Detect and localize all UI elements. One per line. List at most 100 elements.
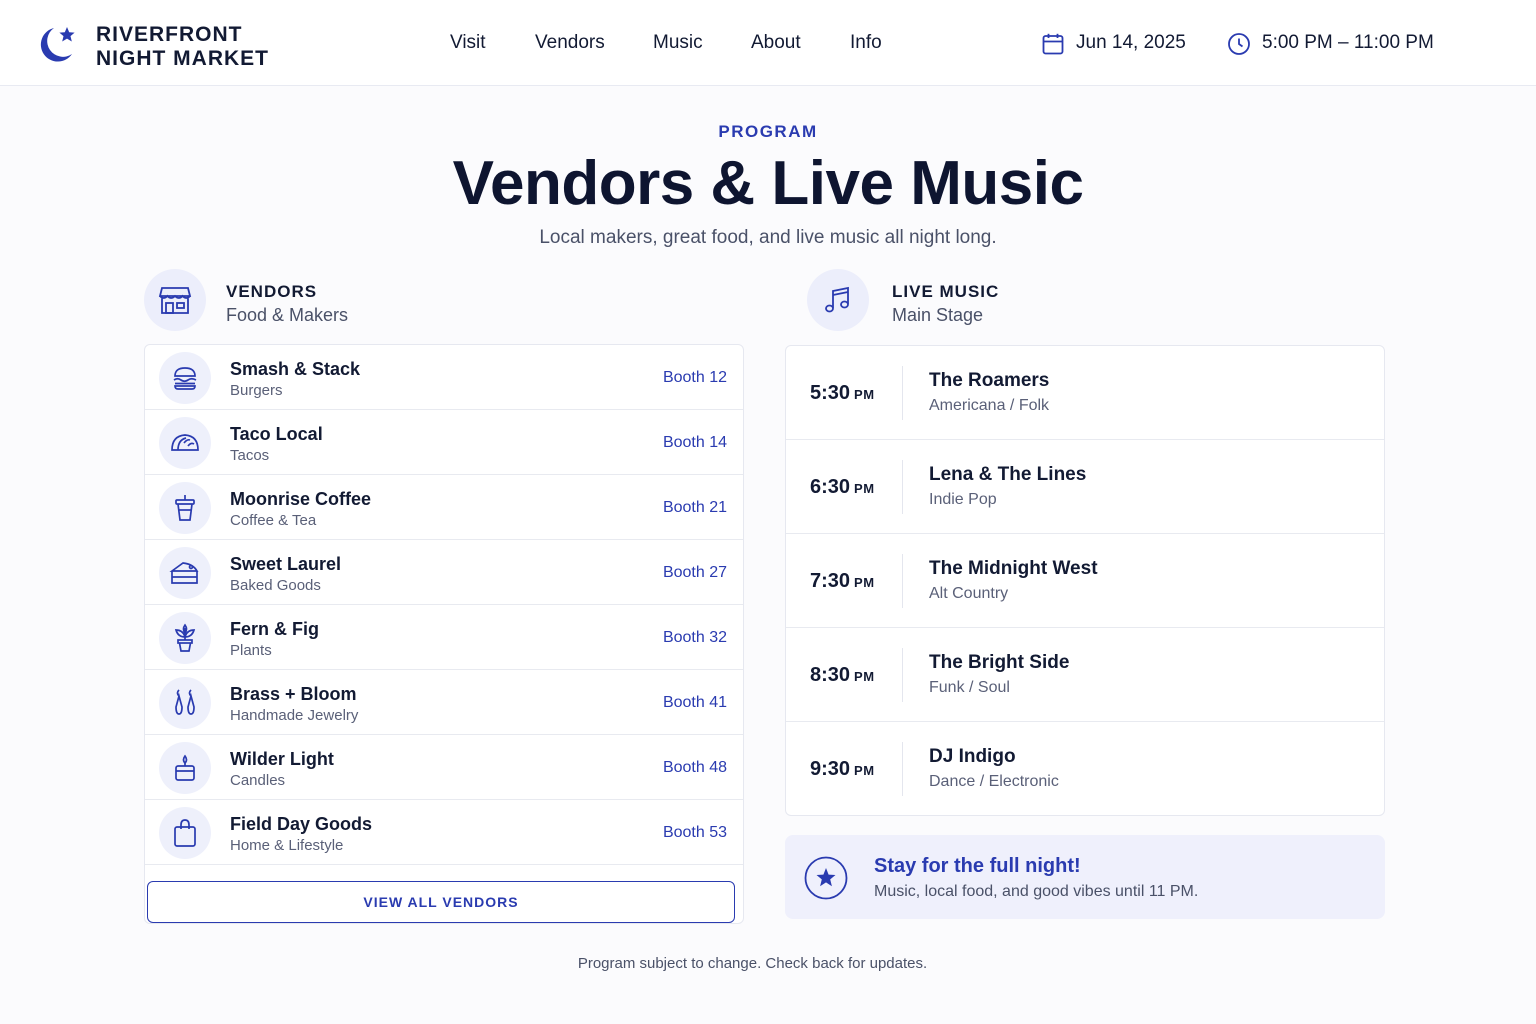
vendor-booth-link[interactable]: Booth 27 (663, 564, 727, 582)
set-time: 9:30 PM (810, 758, 875, 781)
vendor-row[interactable]: Moonrise Coffee Coffee & Tea Booth 21 (145, 475, 743, 540)
music-note-icon (825, 286, 849, 313)
schedule-row[interactable]: 7:30 PM The Midnight West Alt Country (786, 534, 1384, 628)
music-section-subtitle: Main Stage (892, 305, 984, 325)
coffee-cup-icon (175, 495, 195, 521)
view-all-vendors-button[interactable]: VIEW ALL VENDORS (147, 881, 735, 923)
set-time-period: PM (854, 669, 875, 684)
set-time-value: 5:30 (810, 382, 851, 404)
site-header: RIVERFRONT NIGHT MARKET Visit Vendors Mu… (0, 0, 1536, 86)
set-time: 7:30 PM (810, 570, 875, 593)
set-time-period: PM (854, 387, 875, 402)
artist-genre: Alt Country (929, 585, 1009, 602)
page-subtitle: Local makers, great food, and live music… (539, 227, 997, 248)
artist-genre: Funk / Soul (929, 679, 1010, 696)
moon-star-logo-icon[interactable] (32, 22, 78, 68)
vendor-category: Candles (230, 772, 286, 789)
vendor-category: Tacos (230, 447, 270, 464)
promo-title: Stay for the full night! (874, 855, 1081, 877)
vendor-booth-link[interactable]: Booth 32 (663, 629, 727, 647)
artist-genre: Americana / Folk (929, 397, 1050, 414)
schedule-row[interactable]: 5:30 PM The Roamers Americana / Folk (786, 346, 1384, 440)
full-night-promo: Stay for the full night! Music, local fo… (785, 835, 1385, 919)
vendor-booth-link[interactable]: Booth 14 (663, 434, 727, 452)
set-time-value: 8:30 (810, 664, 851, 686)
vendor-category: Handmade Jewelry (230, 707, 359, 724)
artist-name: The Roamers (929, 370, 1050, 391)
vendor-category: Baked Goods (230, 577, 321, 594)
vendor-row[interactable]: Field Day Goods Home & Lifestyle Booth 5… (145, 800, 743, 865)
artist-name: DJ Indigo (929, 746, 1016, 767)
artist-name: Lena & The Lines (929, 464, 1087, 485)
vendor-row[interactable]: Sweet Laurel Baked Goods Booth 27 (145, 540, 743, 605)
nav-visit[interactable]: Visit (450, 32, 486, 54)
vendor-row[interactable]: Taco Local Tacos Booth 14 (145, 410, 743, 475)
vendor-booth-link[interactable]: Booth 41 (663, 694, 727, 712)
set-time-value: 7:30 (810, 570, 851, 592)
vendor-row[interactable]: Fern & Fig Plants Booth 32 (145, 605, 743, 670)
shopping-bag-icon (174, 819, 196, 847)
vendor-row[interactable]: Smash & Stack Burgers Booth 12 (145, 345, 743, 410)
vendor-icon-circle (159, 352, 211, 404)
row-divider (902, 460, 903, 514)
nav-music[interactable]: Music (653, 32, 703, 54)
vendor-icon-circle (159, 482, 211, 534)
brand-line-1: RIVERFRONT (96, 23, 243, 46)
vendor-name: Sweet Laurel (230, 554, 342, 574)
cake-icon (169, 562, 199, 584)
storefront-icon (158, 287, 192, 314)
vendor-category: Plants (230, 642, 272, 659)
vendor-booth-link[interactable]: Booth 21 (663, 499, 727, 517)
vendor-category: Home & Lifestyle (230, 837, 344, 854)
vendor-icon-circle (159, 417, 211, 469)
brand-name[interactable]: RIVERFRONT NIGHT MARKET (96, 23, 269, 71)
set-time-period: PM (854, 575, 875, 590)
vendor-icon-circle (159, 677, 211, 729)
clock-icon (1228, 33, 1250, 55)
vendor-icon-circle (159, 807, 211, 859)
nav-about[interactable]: About (751, 32, 801, 54)
calendar-icon (1042, 33, 1064, 55)
vendor-booth-link[interactable]: Booth 53 (663, 824, 727, 842)
vendor-booth-link[interactable]: Booth 12 (663, 369, 727, 387)
set-time: 6:30 PM (810, 476, 875, 499)
vendor-booth-link[interactable]: Booth 48 (663, 759, 727, 777)
row-divider (902, 554, 903, 608)
schedule-row[interactable]: 8:30 PM The Bright Side Funk / Soul (786, 628, 1384, 722)
event-hours: 5:00 PM – 11:00 PM (1262, 32, 1434, 53)
candle-icon (175, 754, 195, 781)
vendor-name: Smash & Stack (230, 359, 361, 379)
artist-genre: Dance / Electronic (929, 773, 1059, 790)
star-badge-icon (804, 856, 848, 900)
footer-note: Program subject to change. Check back fo… (577, 955, 928, 972)
vendor-icon-circle (159, 742, 211, 794)
taco-icon (171, 434, 199, 451)
set-time: 8:30 PM (810, 664, 875, 687)
row-divider (902, 742, 903, 796)
page-title: Vendors & Live Music (452, 149, 1084, 218)
nav-info[interactable]: Info (850, 32, 882, 54)
vendor-row[interactable]: Wilder Light Candles Booth 48 (145, 735, 743, 800)
promo-text: Music, local food, and good vibes until … (874, 883, 1199, 900)
set-time: 5:30 PM (810, 382, 875, 405)
plant-icon (174, 623, 196, 652)
earrings-icon (175, 689, 195, 715)
vendors-section-icon-circle (144, 269, 206, 331)
vendor-name: Taco Local (230, 424, 323, 444)
music-section-title: LIVE MUSIC (892, 282, 1000, 301)
vendor-row[interactable]: Brass + Bloom Handmade Jewelry Booth 41 (145, 670, 743, 735)
row-divider (902, 366, 903, 420)
vendor-category: Coffee & Tea (230, 512, 317, 529)
vendors-section-subtitle: Food & Makers (226, 305, 349, 325)
vendor-name: Fern & Fig (230, 619, 319, 639)
vendor-icon-circle (159, 612, 211, 664)
set-time-value: 9:30 (810, 758, 851, 780)
nav-vendors[interactable]: Vendors (535, 32, 605, 54)
vendor-name: Moonrise Coffee (230, 489, 372, 509)
vendors-list-card: Smash & Stack Burgers Booth 12 Taco Loca… (144, 344, 744, 924)
schedule-row[interactable]: 6:30 PM Lena & The Lines Indie Pop (786, 440, 1384, 534)
eyebrow-label: PROGRAM (718, 122, 818, 141)
row-divider (902, 648, 903, 702)
schedule-row[interactable]: 9:30 PM DJ Indigo Dance / Electronic (786, 722, 1384, 816)
vendor-name: Brass + Bloom (230, 684, 357, 704)
